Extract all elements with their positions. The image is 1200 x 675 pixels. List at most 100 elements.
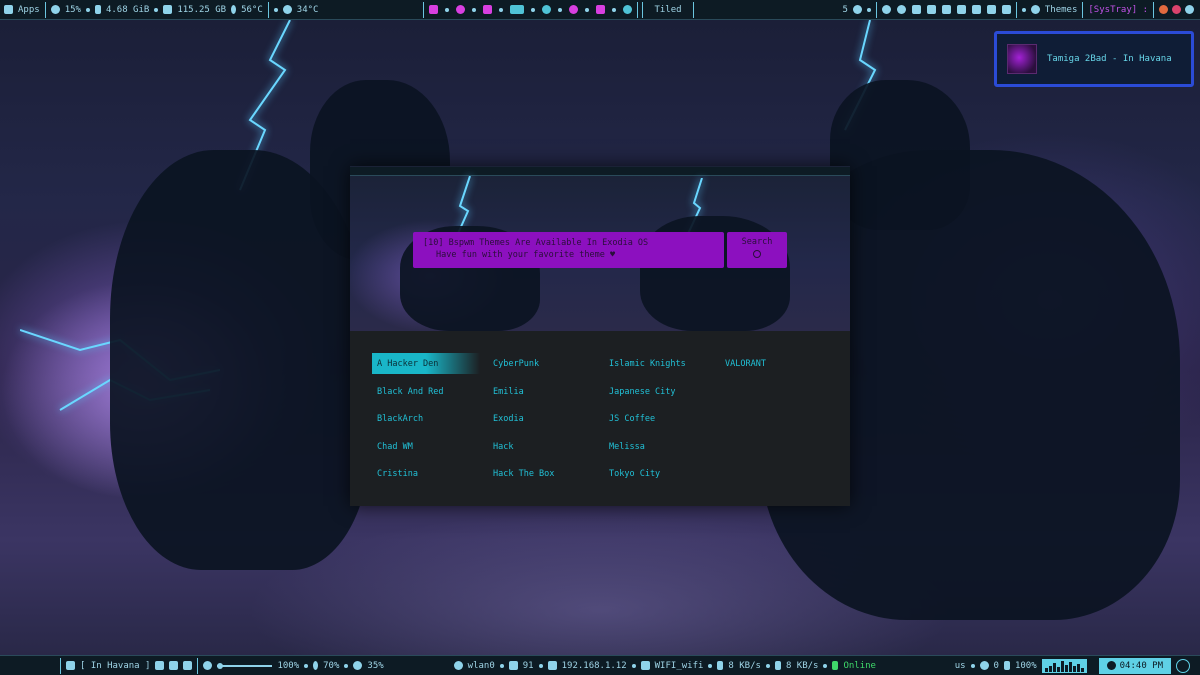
bottom-bar: [ In Havana ] 100% 70% 35% wlan0 91 192.… <box>0 655 1200 675</box>
cpu-usage: 15% <box>64 4 81 15</box>
theme-item[interactable]: CyberPunk <box>488 353 596 374</box>
system-stats: 15% 4.68 GiB 115.25 GB 56°C <box>44 1 269 18</box>
wifi-name-icon <box>640 661 650 670</box>
theme-item[interactable]: Japanese City <box>604 381 712 402</box>
theme-item[interactable]: Islamic Knights <box>604 353 712 374</box>
tray-icon[interactable] <box>1185 5 1194 14</box>
discord-icon[interactable] <box>926 5 936 14</box>
workspace-number[interactable]: 5 <box>842 5 847 15</box>
search-icon <box>753 250 761 258</box>
theme-item[interactable]: Black And Red <box>372 381 480 402</box>
theme-item[interactable]: Tokyo City <box>604 463 712 484</box>
pause-icon[interactable] <box>169 661 179 670</box>
microphone-icon[interactable] <box>313 661 319 670</box>
layout-indicator[interactable]: Tiled <box>642 1 694 18</box>
battery-icon <box>1003 661 1010 670</box>
network-icon <box>547 661 557 670</box>
systray-label[interactable]: [SysTray] : <box>1088 5 1148 15</box>
firefox-icon[interactable] <box>456 5 466 14</box>
whatsapp-icon[interactable] <box>896 5 906 14</box>
theme-item[interactable]: Cristina <box>372 463 480 484</box>
gear-icon[interactable] <box>623 5 633 14</box>
upload-speed: 8 KB/s <box>785 660 819 671</box>
browser-icon[interactable] <box>881 5 891 14</box>
signal-strength: 91 <box>522 660 534 671</box>
console-icon[interactable] <box>986 5 996 14</box>
theme-item[interactable]: A Hacker Den <box>372 353 480 374</box>
keyboard-layout[interactable]: us <box>955 661 966 671</box>
theme-item[interactable]: Hack <box>488 436 596 457</box>
theme-preview-banner: [10] Bspwm Themes Are Available In Exodi… <box>350 166 850 331</box>
info-message-line2: Have fun with your favorite theme ♥ <box>436 250 616 260</box>
audio-visualizer <box>1041 658 1087 673</box>
chat-icon[interactable] <box>569 5 579 14</box>
theme-item[interactable]: BlackArch <box>372 408 480 429</box>
clock[interactable]: 04:40 PM <box>1098 657 1171 674</box>
github-icon[interactable] <box>979 661 989 670</box>
biohazard-icon[interactable] <box>4 5 13 14</box>
music-note-icon <box>66 661 75 670</box>
cpu-temp: 56°C <box>241 4 263 15</box>
next-icon[interactable] <box>183 661 193 670</box>
vscode-icon[interactable] <box>1001 5 1011 14</box>
youtube-icon[interactable] <box>596 5 606 14</box>
memory-icon <box>94 5 101 14</box>
top-bar: Apps 15% 4.68 GiB 115.25 GB 56°C 34°C Ti… <box>0 0 1200 20</box>
theme-item[interactable]: Hack The Box <box>488 463 596 484</box>
download-icon <box>717 661 724 670</box>
discord-tray-icon[interactable] <box>1172 5 1181 14</box>
theme-item[interactable]: Chad WM <box>372 436 480 457</box>
volume-icon[interactable] <box>203 661 213 670</box>
sun-icon <box>282 5 292 14</box>
terminal-icon[interactable] <box>429 5 439 14</box>
folder-icon[interactable] <box>483 5 493 14</box>
media-player: [ In Havana ] <box>60 657 199 674</box>
song-title[interactable]: [ In Havana ] <box>80 661 150 671</box>
theme-item[interactable]: Exodia <box>488 408 596 429</box>
music-icon[interactable] <box>941 5 951 14</box>
code-editor-icon[interactable] <box>510 5 525 14</box>
signal-icon <box>508 661 518 670</box>
weather: 34°C <box>269 2 324 18</box>
k-icon[interactable] <box>971 5 981 14</box>
weather-temp: 34°C <box>296 4 319 15</box>
cpu-icon <box>50 5 60 14</box>
laptop-icon[interactable] <box>911 5 921 14</box>
volume-slider[interactable] <box>217 662 273 669</box>
document-icon[interactable] <box>542 5 552 14</box>
theme-item[interactable]: JS Coffee <box>604 408 712 429</box>
apps-button[interactable]: Apps <box>18 5 40 15</box>
theme-item[interactable]: VALORANT <box>720 353 828 374</box>
theme-picker-window: [10] Bspwm Themes Are Available In Exodi… <box>350 166 850 506</box>
workspace-icon <box>852 5 862 14</box>
layout-label: Tiled <box>654 4 682 15</box>
themes-label[interactable]: Themes <box>1045 5 1078 15</box>
theme-item[interactable]: Emilia <box>488 381 596 402</box>
info-message-line1: [10] Bspwm Themes Are Available In Exodi… <box>423 238 649 248</box>
chrome-tray-icon[interactable] <box>1159 5 1168 14</box>
notification-text: Tamiga 2Bad - In Havana <box>1047 54 1172 64</box>
ip-address: 192.168.1.12 <box>561 660 627 671</box>
volume-value: 100% <box>277 660 300 671</box>
connection-icon <box>832 661 839 670</box>
connection-status: Online <box>843 660 876 671</box>
search-button[interactable]: Search <box>727 232 787 268</box>
app-shortcuts <box>875 1 1017 18</box>
download-speed: 8 KB/s <box>728 660 761 671</box>
brightness-value: 35% <box>367 660 384 671</box>
wifi-ssid: WIFI_wifi <box>654 660 704 671</box>
music-notification[interactable]: Tamiga 2Bad - In Havana <box>994 31 1194 87</box>
image-icon[interactable] <box>956 5 966 14</box>
clock-time: 04:40 PM <box>1119 660 1163 671</box>
brightness-icon[interactable] <box>353 661 363 670</box>
clock-icon <box>1106 661 1116 670</box>
preview-bar <box>350 167 850 176</box>
interface-name: wlan0 <box>467 660 495 671</box>
themes-icon[interactable] <box>1030 5 1040 14</box>
battery-value: 100% <box>1014 660 1037 671</box>
theme-list: A Hacker Den Black And Red BlackArch Chad W… <box>372 353 832 491</box>
upload-icon <box>774 661 781 670</box>
user-avatar[interactable] <box>1176 658 1190 673</box>
theme-item[interactable]: Melissa <box>604 436 712 457</box>
previous-icon[interactable] <box>155 661 165 670</box>
